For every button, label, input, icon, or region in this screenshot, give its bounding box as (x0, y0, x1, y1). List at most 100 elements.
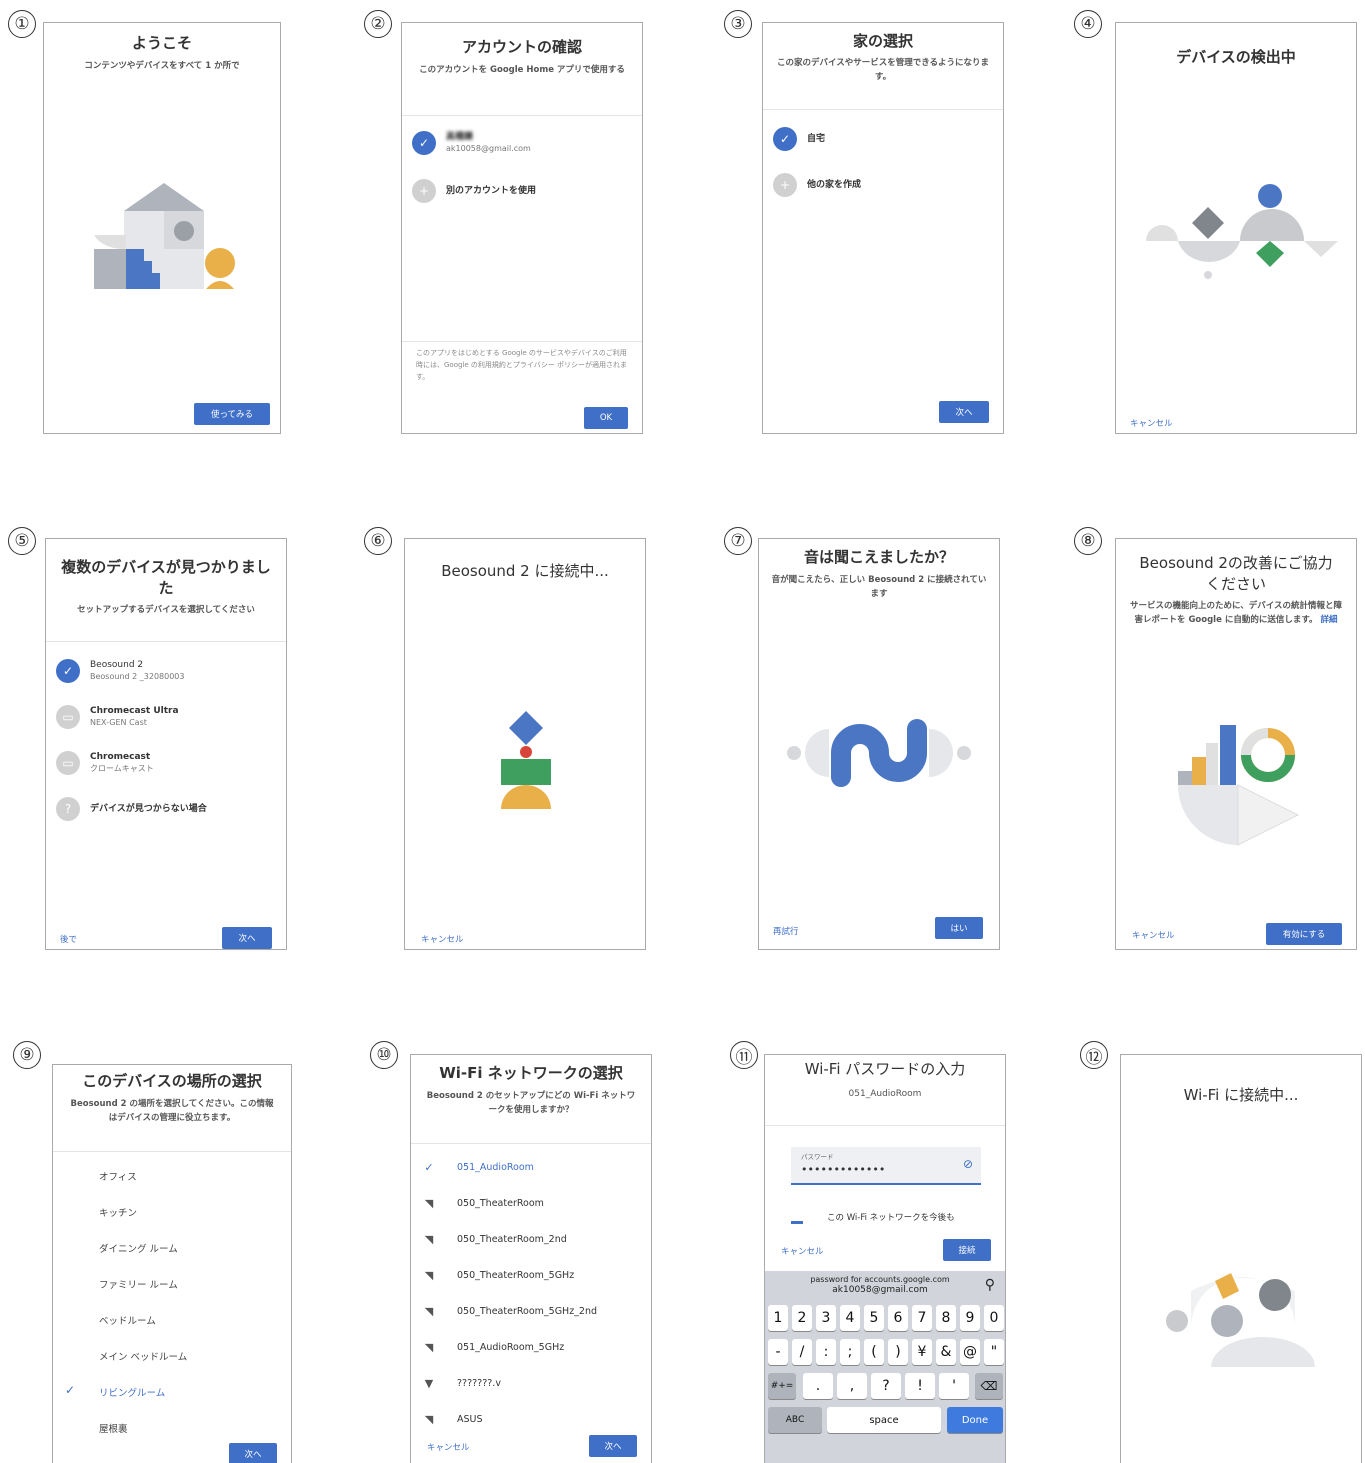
room-option[interactable]: キッチン (99, 1205, 137, 1219)
network-option[interactable]: ◥ 050_TheaterRoom_5GHz (421, 1269, 574, 1282)
done-key[interactable]: Done (947, 1407, 1003, 1433)
searching-illustration (1146, 184, 1338, 279)
cancel-link[interactable]: キャンセル (781, 1245, 824, 1257)
network-name: ???????.v (457, 1378, 501, 1389)
step-number-10: ⑩ (370, 1041, 398, 1069)
page-title: Wi-Fi ネットワークの選択 (439, 1064, 623, 1082)
key[interactable]: 5 (864, 1305, 884, 1331)
account-row[interactable]: ✓ 高橋謙 ak10058@gmail.com (412, 131, 531, 155)
network-name: 050_TheaterRoom (457, 1198, 544, 1209)
cancel-link[interactable]: キャンセル (1130, 417, 1173, 429)
key[interactable]: 4 (840, 1305, 860, 1331)
key[interactable]: - (768, 1339, 788, 1365)
network-option-selected[interactable]: ✓ 051_AudioRoom (421, 1161, 534, 1174)
device-row[interactable]: ▭ Chromecast クロームキャスト (56, 751, 154, 775)
room-option[interactable]: ダイニング ルーム (99, 1241, 178, 1255)
network-option[interactable]: ◥ ASUS (421, 1413, 483, 1426)
ok-button[interactable]: OK (584, 407, 628, 429)
password-field[interactable]: パスワード ••••••••••••• ⊘ (791, 1147, 981, 1185)
key[interactable]: 2 (792, 1305, 812, 1331)
space-key[interactable]: space (827, 1407, 941, 1433)
key[interactable]: ( (864, 1339, 884, 1365)
device-not-found-row[interactable]: ? デバイスが見つからない場合 (56, 797, 207, 821)
key[interactable]: 0 (984, 1305, 1004, 1331)
password-suggestion[interactable]: password for accounts.google.com ak10058… (785, 1275, 975, 1295)
key[interactable]: ; (840, 1339, 860, 1365)
device-name: Chromecast Ultra (90, 706, 179, 716)
room-option-selected[interactable]: リビングルーム (99, 1385, 165, 1399)
suggestion-title: password for accounts.google.com (810, 1275, 950, 1284)
key[interactable]: ¥ (912, 1339, 932, 1365)
key[interactable]: 3 (816, 1305, 836, 1331)
get-started-button[interactable]: 使ってみる (194, 403, 270, 425)
screen-connecting-device: Beosound 2 に接続中... キャンセル (404, 538, 646, 950)
cancel-link[interactable]: キャンセル (1132, 929, 1175, 941)
other-account-row[interactable]: + 別のアカウントを使用 (412, 179, 536, 203)
room-option[interactable]: ベッドルーム (99, 1313, 156, 1327)
visibility-off-icon[interactable]: ⊘ (963, 1157, 973, 1171)
abc-key[interactable]: ABC (768, 1407, 822, 1433)
key[interactable]: 9 (960, 1305, 980, 1331)
network-option[interactable]: ◥ 051_AudioRoom_5GHz (421, 1341, 564, 1354)
key[interactable]: ? (871, 1373, 901, 1399)
key[interactable]: @ (960, 1339, 980, 1365)
key[interactable]: ' (939, 1373, 969, 1399)
key[interactable]: : (816, 1339, 836, 1365)
device-not-found-label: デバイスが見つからない場合 (90, 804, 207, 814)
next-button[interactable]: 次へ (939, 401, 989, 423)
room-option[interactable]: ファミリー ルーム (99, 1277, 178, 1291)
key[interactable]: ) (888, 1339, 908, 1365)
screen-wifi-password: Wi-Fi パスワードの入力 051_AudioRoom パスワード •••••… (764, 1054, 1006, 1463)
next-button[interactable]: 次へ (229, 1443, 277, 1463)
step-number-5: ⑤ (8, 527, 36, 555)
page-subtitle: セットアップするデバイスを選択してください (77, 605, 255, 615)
network-option[interactable]: ◥ 050_TheaterRoom_2nd (421, 1233, 567, 1246)
later-link[interactable]: 後で (60, 933, 77, 945)
create-home-row[interactable]: + 他の家を作成 (773, 173, 861, 197)
next-button[interactable]: 次へ (589, 1435, 637, 1457)
check-icon: ✓ (773, 127, 797, 151)
key[interactable]: 7 (912, 1305, 932, 1331)
cancel-link[interactable]: キャンセル (421, 933, 464, 945)
key[interactable]: " (984, 1339, 1004, 1365)
sound-wave-illustration (787, 719, 971, 787)
screen-wifi-select: Wi-Fi ネットワークの選択 Beosound 2 のセットアップにどの Wi… (410, 1054, 652, 1463)
key[interactable]: 1 (768, 1305, 788, 1331)
check-icon: ✓ (424, 1161, 434, 1174)
yes-button[interactable]: はい (935, 917, 983, 939)
remember-checkbox[interactable] (791, 1221, 803, 1224)
screen-improve: Beosound 2の改善にご協力ください サービスの機能向上のために、デバイス… (1115, 538, 1357, 950)
key[interactable]: / (792, 1339, 812, 1365)
wifi-lock-icon: ◥ (424, 1197, 434, 1210)
key[interactable]: & (936, 1339, 956, 1365)
keyboard: password for accounts.google.com ak10058… (765, 1271, 1005, 1463)
room-option[interactable]: 屋根裏 (99, 1421, 128, 1435)
network-name: 051_AudioRoom (848, 1089, 922, 1099)
key[interactable]: ! (905, 1373, 935, 1399)
key[interactable]: 6 (888, 1305, 908, 1331)
key[interactable]: . (803, 1373, 833, 1399)
cancel-link[interactable]: キャンセル (427, 1441, 470, 1453)
connect-button[interactable]: 接続 (943, 1239, 991, 1261)
device-row[interactable]: ▭ Chromecast Ultra NEX-GEN Cast (56, 705, 179, 729)
home-row[interactable]: ✓ 自宅 (773, 127, 825, 151)
network-option[interactable]: ◥ 050_TheaterRoom (421, 1197, 544, 1210)
wifi-lock-icon: ◥ (424, 1233, 434, 1246)
backspace-key[interactable]: ⌫ (975, 1373, 1003, 1399)
network-option[interactable]: ◥ 050_TheaterRoom_5GHz_2nd (421, 1305, 597, 1318)
device-name: Chromecast (90, 752, 151, 762)
key-icon[interactable]: ⚲ (985, 1277, 995, 1293)
next-button[interactable]: 次へ (222, 927, 272, 949)
room-option[interactable]: オフィス (99, 1169, 137, 1183)
enable-button[interactable]: 有効にする (1266, 923, 1342, 945)
room-option[interactable]: メイン ベッドルーム (99, 1349, 187, 1363)
key[interactable]: 8 (936, 1305, 956, 1331)
symbols-key[interactable]: #+= (768, 1373, 796, 1399)
check-icon: ✓ (65, 1383, 76, 1397)
key[interactable]: , (837, 1373, 867, 1399)
network-option[interactable]: ▼ ???????.v (421, 1377, 501, 1390)
wifi-lock-icon: ◥ (424, 1341, 434, 1354)
device-row[interactable]: ✓ Beosound 2 Beosound 2 _32080003 (56, 659, 184, 683)
retry-link[interactable]: 再試行 (773, 925, 799, 937)
wifi-icon: ▼ (424, 1377, 434, 1390)
